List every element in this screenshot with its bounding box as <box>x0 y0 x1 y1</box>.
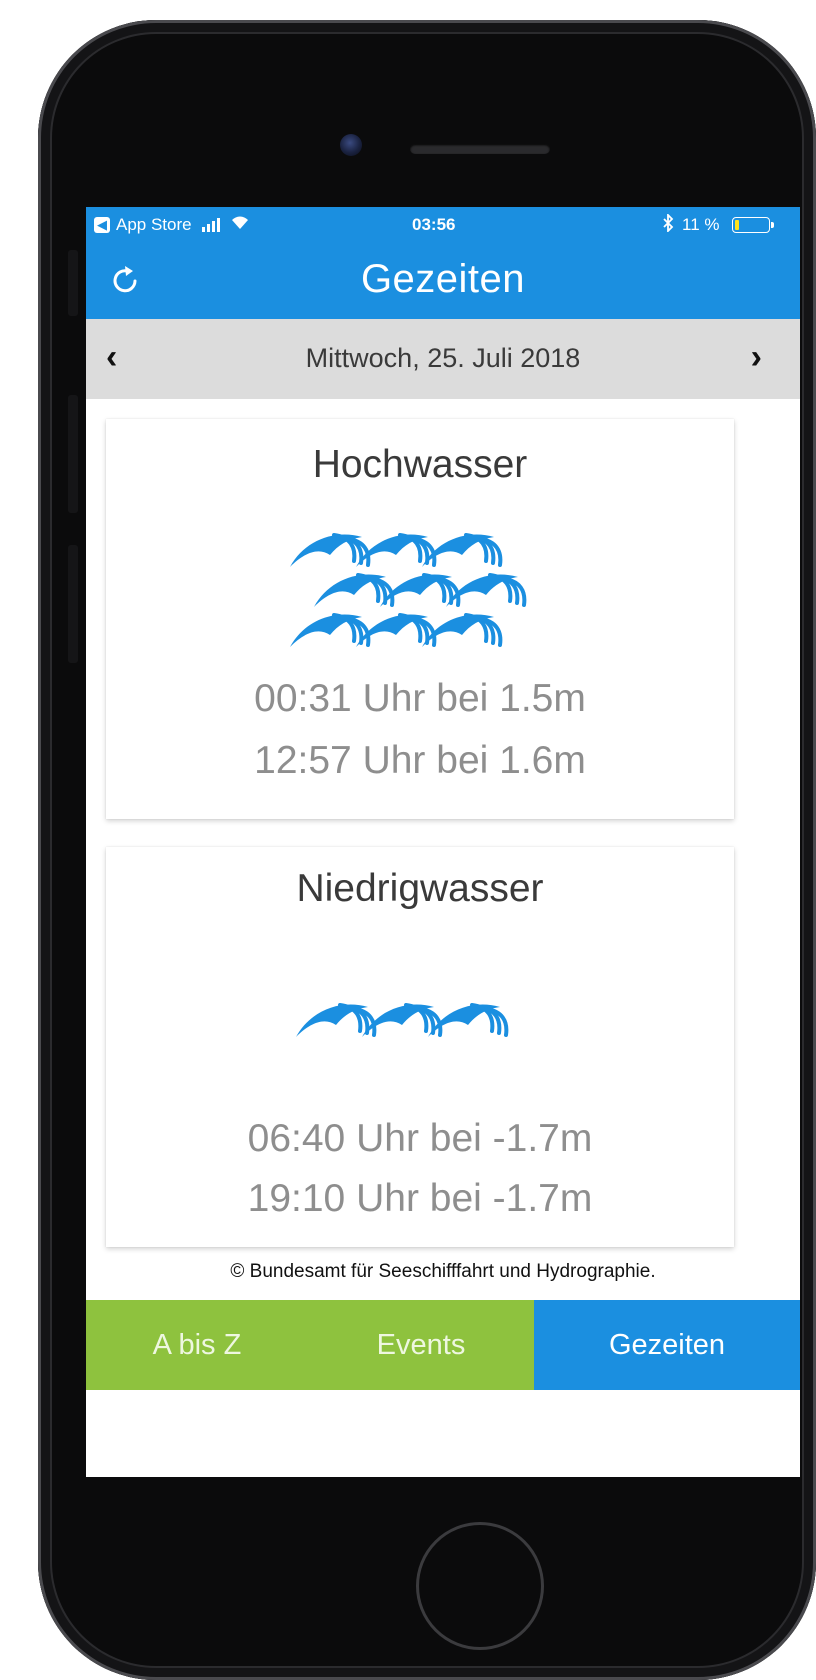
back-app-label[interactable]: App Store <box>116 215 192 235</box>
wifi-icon <box>230 215 250 235</box>
low-tide-time-1: 06:40 Uhr bei -1.7m <box>247 1117 593 1160</box>
volume-down-button <box>68 545 78 663</box>
high-tide-time-1: 00:31 Uhr bei 1.5m <box>254 677 586 720</box>
tab-events[interactable]: Events <box>308 1300 534 1390</box>
home-button[interactable] <box>416 1522 544 1650</box>
battery-percent: 11 % <box>682 215 720 234</box>
app-screen: ◀ App Store 03:56 11 % Gezeiten ‹ Mittwo… <box>86 207 800 1477</box>
front-camera <box>340 134 362 156</box>
header-bar: Gezeiten <box>86 243 800 319</box>
mute-switch <box>68 250 78 316</box>
status-bar: ◀ App Store 03:56 11 % <box>86 207 800 243</box>
low-tide-time-2: 19:10 Uhr bei -1.7m <box>247 1177 593 1220</box>
battery-icon <box>732 217 770 233</box>
tab-gezeiten[interactable]: Gezeiten <box>534 1300 800 1390</box>
wave-shape <box>290 533 371 567</box>
current-date: Mittwoch, 25. Juli 2018 <box>305 343 581 373</box>
page-title: Gezeiten <box>360 257 526 301</box>
earpiece-speaker <box>410 144 550 154</box>
signal-icon <box>201 218 220 232</box>
low-tide-card: Niedrigwasser 06:40 Uhr bei -1.7m 19:10 … <box>106 847 734 1247</box>
volume-up-button <box>68 395 78 513</box>
battery-tip <box>771 222 774 228</box>
tab-bar: A bis Z Events Gezeiten <box>86 1300 800 1390</box>
high-tide-card: Hochwasser 00:31 Uhr bei 1.5m 12:57 Uhr … <box>106 419 734 819</box>
high-tide-title: Hochwasser <box>312 443 528 486</box>
wave-shape <box>296 1003 377 1037</box>
tab-a-bis-z[interactable]: A bis Z <box>86 1300 308 1390</box>
low-tide-title: Niedrigwasser <box>296 867 544 910</box>
high-tide-time-2: 12:57 Uhr bei 1.6m <box>254 739 586 782</box>
next-day-icon[interactable]: › <box>751 337 762 377</box>
bluetooth-icon <box>662 212 674 237</box>
back-to-app-icon[interactable]: ◀ <box>94 217 110 233</box>
high-waves-icon <box>290 533 527 647</box>
low-waves-icon <box>296 1003 509 1037</box>
status-time: 03:56 <box>412 215 456 234</box>
date-navigation: ‹ Mittwoch, 25. Juli 2018 › <box>86 319 800 399</box>
wave-shape <box>314 573 395 607</box>
copyright-notice: © Bundesamt für Seeschifffahrt und Hydro… <box>230 1261 656 1282</box>
wave-shape <box>290 613 371 647</box>
